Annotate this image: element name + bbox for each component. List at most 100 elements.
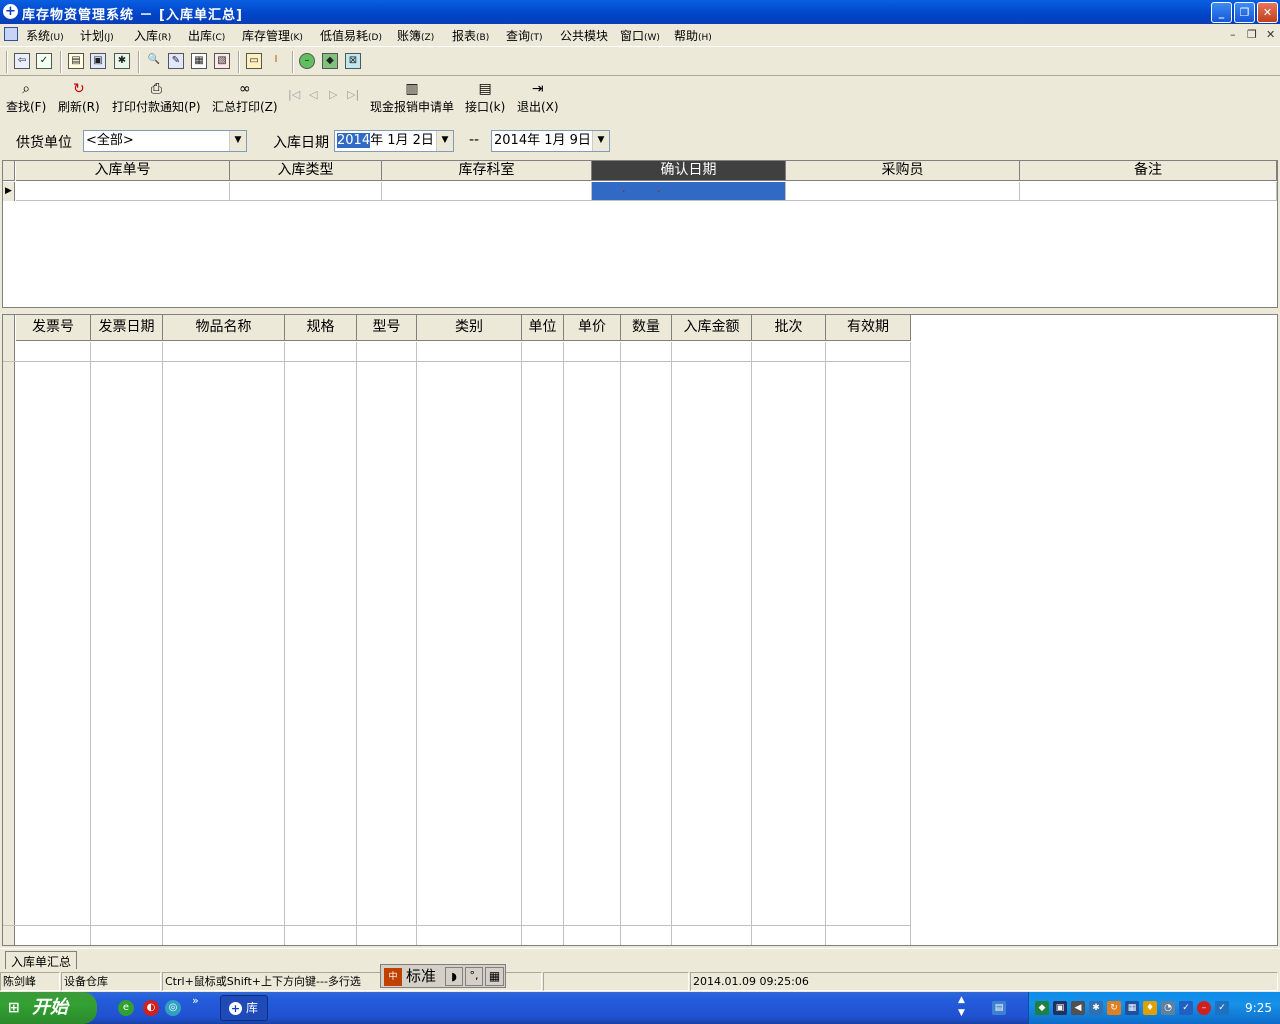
document-delete-icon[interactable]: ▧ — [214, 53, 230, 69]
clock[interactable]: 9:25 — [1245, 1001, 1272, 1015]
chevron-down-icon[interactable]: ▼ — [436, 131, 453, 151]
update-icon[interactable]: ↻ — [1107, 1001, 1121, 1015]
media-icon[interactable]: ◐ — [143, 1000, 159, 1016]
ime-logo-icon[interactable]: 中 — [384, 968, 402, 986]
book-icon[interactable]: ◆ — [322, 53, 338, 69]
minus-circle-icon[interactable]: – — [299, 53, 315, 69]
start-button[interactable]: ⊞ 开始 — [0, 992, 97, 1024]
table-cell[interactable] — [230, 182, 382, 201]
menu-plan[interactable]: 计划(J) — [80, 27, 114, 44]
col-department[interactable]: 库存科室 — [382, 161, 592, 181]
receipt-detail-grid[interactable]: 发票号 发票日期 物品名称 规格 型号 类别 单位 单价 数量 入库金额 批次 … — [2, 314, 1278, 946]
tray-app-icon[interactable]: ◆ — [1035, 1001, 1049, 1015]
network-drive-icon[interactable]: ▤ — [992, 1001, 1006, 1015]
selected-cell[interactable]: . . — [592, 182, 786, 201]
summary-print-button[interactable]: ∞ 汇总打印(Z) — [212, 80, 278, 115]
receipt-list-grid[interactable]: ▶ 入库单号 入库类型 库存科室 确认日期 采购员 备注 . . — [2, 160, 1278, 308]
copy-icon[interactable]: ▣ — [90, 53, 106, 69]
col-invoice-no[interactable]: 发票号 — [16, 315, 91, 341]
volume-icon[interactable]: ◀ — [1071, 1001, 1085, 1015]
chat-icon[interactable]: ◎ — [165, 1000, 181, 1016]
table-cell[interactable] — [1020, 182, 1277, 201]
menu-help[interactable]: 帮助(H) — [674, 27, 712, 44]
menu-query[interactable]: 查询(T) — [506, 27, 543, 44]
first-record-icon[interactable]: |◁ — [288, 88, 300, 101]
tab-receipt-summary[interactable]: 入库单汇总 — [5, 951, 78, 969]
menu-system[interactable]: 系统(U) — [26, 27, 64, 44]
cash-request-button[interactable]: ▥ 现金报销申请单 — [370, 80, 454, 115]
quicklaunch-expand-icon[interactable]: » — [192, 994, 199, 1007]
chevron-down-icon[interactable]: ▼ — [592, 131, 609, 151]
mdi-minimize-icon[interactable]: – — [1230, 28, 1236, 41]
menu-ledger[interactable]: 账簿(Z) — [397, 27, 434, 44]
menu-reports[interactable]: 报表(B) — [452, 27, 489, 44]
col-expiry[interactable]: 有效期 — [826, 315, 911, 341]
col-invoice-date[interactable]: 发票日期 — [91, 315, 163, 341]
col-quantity[interactable]: 数量 — [621, 315, 672, 341]
col-unit[interactable]: 单位 — [522, 315, 564, 341]
mdi-restore-icon[interactable]: ❐ — [1247, 28, 1257, 41]
col-spec[interactable]: 规格 — [285, 315, 357, 341]
col-category[interactable]: 类别 — [417, 315, 522, 341]
date-to-picker[interactable]: 2014年 1月 9日 ▼ — [491, 130, 610, 152]
col-model[interactable]: 型号 — [357, 315, 417, 341]
menu-common[interactable]: 公共模块 — [560, 27, 608, 44]
col-receipt-type[interactable]: 入库类型 — [230, 161, 382, 181]
thermometer-icon[interactable]: Ⅰ — [268, 53, 284, 69]
menu-window[interactable]: 窗口(W) — [620, 27, 660, 44]
tools-icon[interactable]: ✱ — [114, 53, 130, 69]
sync-icon[interactable]: ◔ — [1161, 1001, 1175, 1015]
ime-mode[interactable]: 标准 — [406, 965, 436, 987]
shield-icon[interactable]: ✓ — [1179, 1001, 1193, 1015]
stop-icon[interactable]: – — [1197, 1001, 1211, 1015]
keyboard-icon[interactable]: ▦ — [485, 967, 504, 986]
half-width-icon[interactable]: ◗ — [445, 967, 463, 986]
interface-button[interactable]: ▤ 接口(k) — [465, 80, 505, 115]
report-icon[interactable]: ▤ — [68, 53, 84, 69]
refresh-button[interactable]: ↻ 刷新(R) — [58, 80, 100, 115]
exit-button[interactable]: ⇥ 退出(X) — [517, 80, 559, 115]
menu-consumables[interactable]: 低值易耗(D) — [320, 27, 382, 44]
row-pointer-icon[interactable]: ▶ — [3, 182, 15, 201]
menu-outbound[interactable]: 出库(C) — [188, 27, 225, 44]
folder-icon[interactable]: ▭ — [246, 53, 262, 69]
toolbar-scroll-icon[interactable]: ▲ ▼ — [958, 994, 965, 1020]
monitor-icon[interactable]: ▣ — [1053, 1001, 1067, 1015]
col-item-name[interactable]: 物品名称 — [163, 315, 285, 341]
col-confirm-date[interactable]: 确认日期 — [592, 161, 786, 181]
grid-icon[interactable]: ▦ — [191, 53, 207, 69]
magnifier-icon[interactable]: 🔍 — [146, 53, 162, 69]
calculator-icon[interactable]: ⊠ — [345, 53, 361, 69]
settings-icon[interactable]: ✱ — [1089, 1001, 1103, 1015]
edit-check-icon[interactable]: ✓ — [36, 53, 52, 69]
menu-inbound[interactable]: 入库(R) — [134, 27, 171, 44]
col-remark[interactable]: 备注 — [1020, 161, 1277, 181]
security-shield-icon[interactable]: ♦ — [1143, 1001, 1157, 1015]
title-bar[interactable]: + 库存物资管理系统 － [入库单汇总] _ ❐ ✕ — [0, 0, 1280, 24]
browser-icon[interactable]: e — [118, 1000, 134, 1016]
restore-button[interactable]: ❐ — [1234, 2, 1255, 23]
col-buyer[interactable]: 采购员 — [786, 161, 1020, 181]
taskbar-app-button[interactable]: + 库 — [220, 995, 268, 1021]
col-receipt-no[interactable]: 入库单号 — [16, 161, 230, 181]
antivirus-icon[interactable]: ✓ — [1215, 1001, 1229, 1015]
print-notice-button[interactable]: ⎙ 打印付款通知(P) — [112, 80, 201, 115]
table-cell[interactable] — [382, 182, 592, 201]
col-batch[interactable]: 批次 — [752, 315, 826, 341]
punctuation-icon[interactable]: °, — [465, 967, 483, 986]
chevron-down-icon[interactable]: ▼ — [229, 131, 246, 151]
window-manager-icon[interactable]: ▦ — [1125, 1001, 1139, 1015]
last-record-icon[interactable]: ▷| — [347, 88, 359, 101]
ime-toolbar[interactable]: 中 标准 ◗ °, ▦ — [380, 964, 506, 988]
form-edit-icon[interactable]: ✎ — [168, 53, 184, 69]
table-cell[interactable] — [786, 182, 1020, 201]
document-icon[interactable] — [4, 27, 18, 41]
import-icon[interactable]: ⇦ — [14, 53, 30, 69]
minimize-button[interactable]: _ — [1211, 2, 1232, 23]
find-button[interactable]: ⌕ 查找(F) — [6, 80, 46, 115]
date-from-picker[interactable]: 2014年 1月 2日 ▼ — [334, 130, 454, 152]
col-amount[interactable]: 入库金额 — [672, 315, 752, 341]
mdi-close-icon[interactable]: ✕ — [1266, 28, 1275, 41]
next-record-icon[interactable]: ▷ — [329, 88, 337, 101]
col-unit-price[interactable]: 单价 — [564, 315, 621, 341]
